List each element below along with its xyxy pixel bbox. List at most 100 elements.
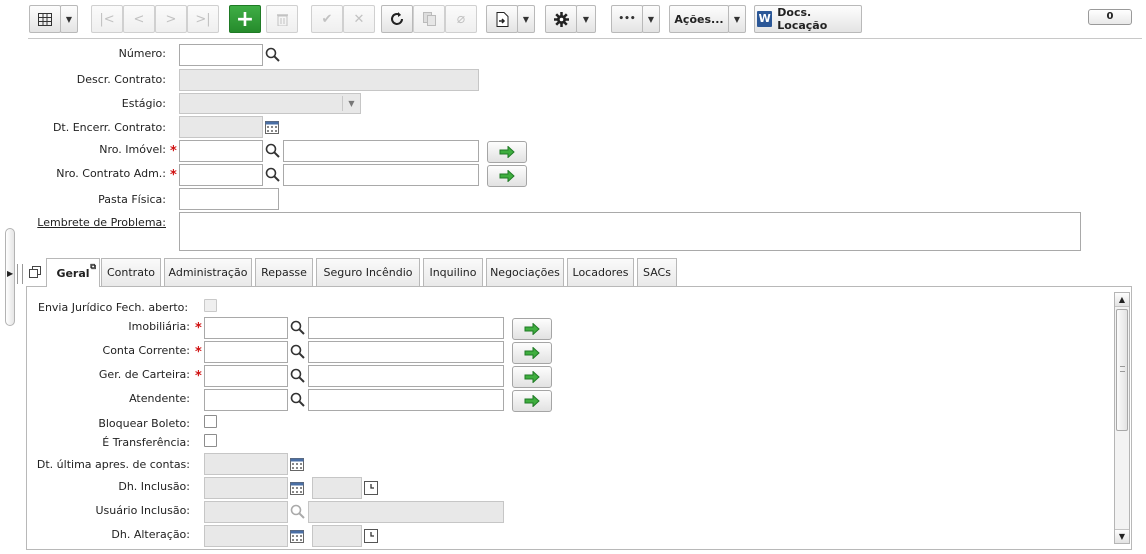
- word-icon: W: [757, 11, 773, 27]
- panel-scrollbar[interactable]: ▲ ▼: [1114, 292, 1130, 544]
- calendar-icon[interactable]: [290, 482, 304, 495]
- search-icon[interactable]: [290, 320, 306, 336]
- refresh-icon: [391, 12, 403, 25]
- attach-icon: ⌀: [456, 11, 466, 27]
- add-button[interactable]: +: [229, 5, 261, 33]
- nro-contrato-adm-input[interactable]: [179, 164, 263, 186]
- tab-contrato[interactable]: Contrato: [101, 258, 161, 286]
- scroll-up-icon[interactable]: ▲: [1115, 293, 1129, 307]
- estagio-select[interactable]: ▼: [179, 93, 361, 114]
- lembrete-textarea[interactable]: [179, 212, 1081, 251]
- more-dropdown[interactable]: ▼: [642, 5, 660, 33]
- lembrete-label[interactable]: Lembrete de Problema:: [20, 216, 166, 229]
- acoes-button[interactable]: Ações...: [669, 5, 729, 33]
- drag-handle-icon[interactable]: [17, 264, 23, 284]
- tab-repasse[interactable]: Repasse: [255, 258, 313, 286]
- more-button[interactable]: •••: [611, 5, 643, 33]
- tab-sacs[interactable]: SACs: [637, 258, 677, 286]
- last-record-button[interactable]: >|: [187, 5, 219, 33]
- tab-seguro-incendio-label: Seguro Incêndio: [323, 266, 413, 279]
- ger-carteira-go-button[interactable]: [512, 366, 552, 388]
- conta-corrente-label: Conta Corrente:: [102, 344, 190, 357]
- ger-carteira-input[interactable]: [204, 365, 288, 387]
- export-dropdown[interactable]: ▼: [517, 5, 535, 33]
- arrow-right-icon: [524, 371, 540, 383]
- prev-record-button[interactable]: <: [123, 5, 155, 33]
- scroll-down-icon[interactable]: ▼: [1115, 529, 1129, 543]
- numero-label: Número:: [118, 47, 166, 60]
- imobiliaria-go-button[interactable]: [512, 318, 552, 340]
- envia-juridico-checkbox[interactable]: [204, 299, 217, 312]
- last-icon: >|: [195, 11, 211, 27]
- tab-inquilino-label: Inquilino: [429, 266, 477, 279]
- tab-administracao[interactable]: Administração: [164, 258, 252, 286]
- search-icon[interactable]: [265, 143, 281, 159]
- duplicate-button[interactable]: [413, 5, 445, 33]
- nro-contrato-adm-desc-input[interactable]: [283, 164, 479, 186]
- expand-arrow-icon[interactable]: ▶: [7, 269, 13, 278]
- atendente-desc-input[interactable]: [308, 389, 504, 411]
- imobiliaria-desc-input[interactable]: [308, 317, 504, 339]
- nro-imovel-desc-input[interactable]: [283, 140, 479, 162]
- confirm-button[interactable]: ✔: [311, 5, 343, 33]
- search-icon[interactable]: [290, 344, 306, 360]
- calendar-icon[interactable]: [265, 121, 279, 134]
- delete-button[interactable]: [266, 5, 298, 33]
- tab-administracao-label: Administração: [168, 266, 248, 279]
- settings-dropdown[interactable]: ▼: [576, 5, 596, 33]
- nro-imovel-input[interactable]: [179, 140, 263, 162]
- grid-icon: [38, 12, 52, 26]
- docs-locacao-label: Docs. Locação: [777, 6, 828, 32]
- bloquear-boleto-checkbox[interactable]: [204, 415, 217, 428]
- cancel-button[interactable]: ✕: [343, 5, 375, 33]
- calendar-icon[interactable]: [290, 458, 304, 471]
- search-icon[interactable]: [265, 47, 281, 63]
- conta-corrente-go-button[interactable]: [512, 342, 552, 364]
- tab-panel-geral: [26, 286, 1132, 550]
- next-record-button[interactable]: >: [155, 5, 187, 33]
- chevron-down-icon: ▼: [647, 14, 655, 24]
- acoes-dropdown[interactable]: ▼: [728, 5, 746, 33]
- refresh-button[interactable]: [381, 5, 413, 33]
- pasta-fisica-input[interactable]: [179, 188, 279, 210]
- conta-corrente-input[interactable]: [204, 341, 288, 363]
- settings-button[interactable]: [545, 5, 577, 33]
- clock-icon[interactable]: [364, 529, 378, 543]
- restore-window-icon[interactable]: [29, 266, 41, 278]
- detach-tab-icon[interactable]: ⧉: [90, 262, 96, 272]
- tab-locadores[interactable]: Locadores: [567, 258, 634, 286]
- conta-corrente-desc-input[interactable]: [308, 341, 504, 363]
- dt-encerr-label: Dt. Encerr. Contrato:: [52, 121, 166, 134]
- dh-inclusao-date-field: [204, 477, 288, 499]
- tab-inquilino[interactable]: Inquilino: [423, 258, 483, 286]
- attach-button[interactable]: ⌀: [445, 5, 477, 33]
- tab-negociacoes[interactable]: Negociações: [486, 258, 564, 286]
- first-icon: |<: [99, 11, 115, 27]
- chevron-down-icon: ▼: [522, 14, 530, 24]
- calendar-icon[interactable]: [290, 530, 304, 543]
- nro-contrato-adm-go-button[interactable]: [487, 165, 527, 187]
- notification-badge[interactable]: 0: [1088, 9, 1132, 25]
- scroll-thumb[interactable]: [1116, 309, 1128, 431]
- search-icon[interactable]: [290, 392, 306, 408]
- docs-locacao-button[interactable]: W Docs. Locação: [754, 5, 862, 33]
- required-mark: *: [195, 345, 202, 360]
- chevron-down-icon: ▼: [65, 14, 73, 24]
- first-record-button[interactable]: |<: [91, 5, 123, 33]
- tab-seguro-incendio[interactable]: Seguro Incêndio: [316, 258, 420, 286]
- export-button[interactable]: [486, 5, 518, 33]
- grid-view-button[interactable]: [29, 5, 61, 33]
- search-icon[interactable]: [290, 368, 306, 384]
- nro-imovel-go-button[interactable]: [487, 141, 527, 163]
- numero-input[interactable]: [179, 44, 263, 66]
- atendente-go-button[interactable]: [512, 390, 552, 412]
- atendente-input[interactable]: [204, 389, 288, 411]
- ger-carteira-desc-input[interactable]: [308, 365, 504, 387]
- grid-view-dropdown[interactable]: ▼: [60, 5, 78, 33]
- transferencia-label: É Transferência:: [102, 436, 190, 449]
- imobiliaria-input[interactable]: [204, 317, 288, 339]
- tab-geral[interactable]: Geral ⧉: [46, 258, 100, 287]
- clock-icon[interactable]: [364, 481, 378, 495]
- transferencia-checkbox[interactable]: [204, 434, 217, 447]
- search-icon[interactable]: [265, 167, 281, 183]
